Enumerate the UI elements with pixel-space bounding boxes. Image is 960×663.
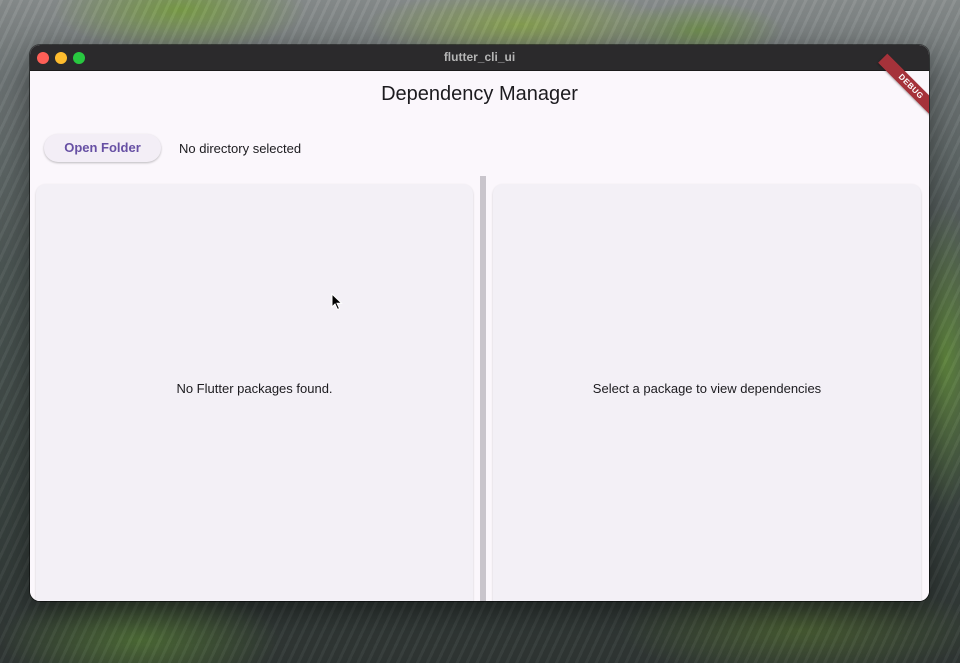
mouse-cursor-icon	[331, 293, 343, 311]
dependencies-panel[interactable]: Select a package to view dependencies	[493, 184, 921, 601]
page-title: Dependency Manager	[381, 83, 578, 105]
window-title: flutter_cli_ui	[443, 50, 516, 64]
packages-empty-message: No Flutter packages found.	[176, 381, 333, 396]
window-titlebar[interactable]: flutter_cli_ui	[30, 45, 929, 71]
app-content: Dependency Manager DEBUG Open Folder No …	[30, 53, 929, 601]
packages-panel[interactable]: No Flutter packages found.	[36, 184, 473, 601]
app-window: flutter_cli_ui Dependency Manager DEBUG …	[30, 45, 929, 601]
panel-divider[interactable]	[480, 176, 486, 601]
open-folder-button[interactable]: Open Folder	[44, 134, 161, 162]
directory-status: No directory selected	[179, 141, 302, 156]
dependencies-empty-message: Select a package to view dependencies	[592, 381, 822, 396]
